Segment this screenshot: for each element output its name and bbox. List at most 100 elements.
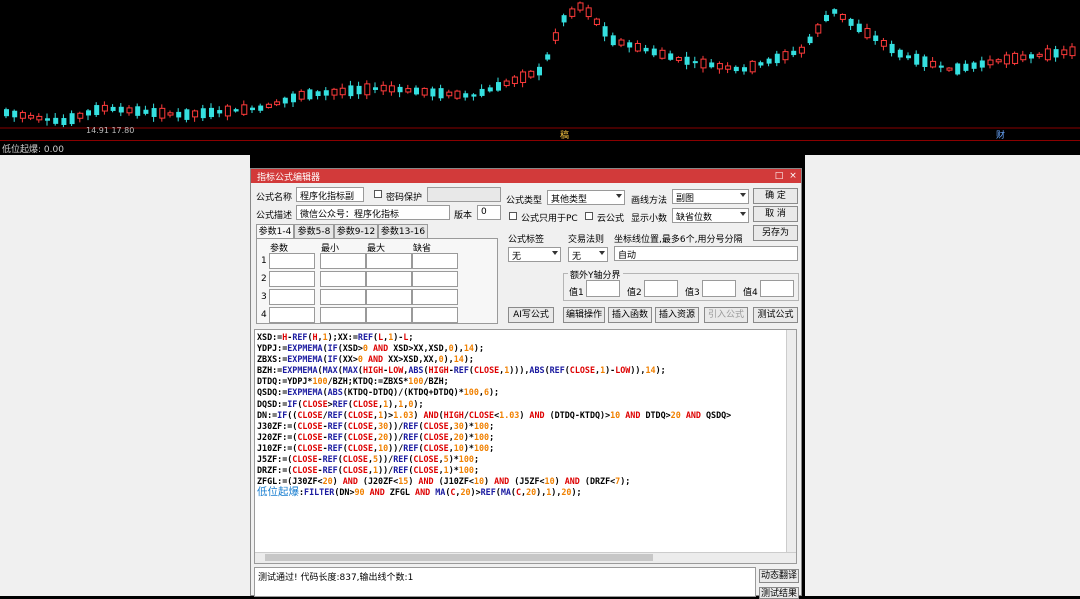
candle (684, 51, 690, 70)
candle (725, 62, 732, 74)
candle (791, 46, 797, 58)
param-input[interactable] (412, 307, 458, 323)
dialog-titlebar[interactable]: 指标公式编辑器 □ × (251, 169, 801, 183)
formula-code[interactable]: XSD:=H-REF(H,1);XX:=REF(L,1)-L; YDPJ:=EX… (257, 332, 731, 498)
candlestick-chart[interactable]: 14.91 17.80 稿 财 (0, 0, 1080, 140)
candle (487, 84, 493, 93)
param-input[interactable] (320, 289, 366, 305)
param-input[interactable] (412, 271, 458, 287)
param-input[interactable] (412, 253, 458, 269)
candle (955, 62, 961, 76)
param-input[interactable] (366, 253, 412, 269)
candle (159, 104, 166, 122)
candle (651, 45, 657, 58)
y-value-4-input[interactable] (760, 280, 794, 297)
draw-select[interactable]: 副图 (672, 189, 749, 204)
candle (1003, 51, 1010, 68)
maximize-icon[interactable]: □ (773, 169, 785, 183)
candle (200, 104, 206, 121)
tab-params-9-12[interactable]: 参数9-12 (334, 224, 378, 238)
param-input[interactable] (320, 253, 366, 269)
param-input[interactable] (269, 271, 315, 287)
y-value-3-input[interactable] (702, 280, 736, 297)
candle (414, 85, 419, 96)
formula-editor-dialog: 指标公式编辑器 □ × 公式名称 程序化指标副 密码保护 公式描述 微信公众号：… (250, 168, 802, 599)
test-formula-button[interactable]: 测试公式 (753, 307, 798, 323)
y-value-2-label: 值2 (627, 288, 642, 298)
candle (143, 105, 149, 116)
candle (331, 87, 338, 100)
param-input[interactable] (412, 289, 458, 305)
candle (1036, 52, 1043, 59)
version-input[interactable]: 0 (477, 205, 501, 220)
code-editor[interactable]: XSD:=H-REF(H,1);XX:=REF(L,1)-L; YDPJ:=EX… (254, 329, 797, 564)
password-input[interactable] (427, 187, 501, 202)
trade-select[interactable]: 无 (568, 247, 608, 262)
candle (274, 99, 281, 107)
candle (749, 59, 756, 75)
y-value-2-input[interactable] (644, 280, 678, 297)
candle (86, 109, 91, 121)
candle (209, 103, 214, 120)
y-value-1-label: 值1 (569, 288, 584, 298)
param-input[interactable] (366, 271, 412, 287)
candle (118, 103, 124, 117)
tag-select[interactable]: 无 (508, 247, 561, 262)
import-formula-button[interactable]: 引入公式 (704, 307, 748, 323)
param-input[interactable] (366, 307, 412, 323)
candle (716, 61, 723, 74)
vertical-scrollbar[interactable] (786, 330, 796, 554)
candle (192, 109, 199, 122)
param-input[interactable] (269, 253, 315, 269)
y-value-1-input[interactable] (586, 280, 620, 297)
scroll-thumb[interactable] (265, 554, 653, 561)
dynamic-translate-button[interactable]: 动态翻译 (759, 569, 799, 583)
pc-only-checkbox[interactable] (509, 212, 517, 220)
candle (627, 39, 633, 53)
name-label: 公式名称 (256, 193, 293, 203)
saveas-button[interactable]: 另存为 (753, 225, 798, 241)
cloud-checkbox[interactable] (585, 212, 593, 220)
ok-button[interactable]: 确 定 (753, 188, 798, 204)
candle (380, 81, 387, 95)
tab-params-5-8[interactable]: 参数5-8 (294, 224, 334, 238)
candle (496, 77, 501, 92)
candle (184, 108, 190, 123)
candle (733, 65, 739, 74)
candle (1012, 51, 1019, 66)
desc-input[interactable]: 微信公众号：程序化指标 (296, 205, 450, 220)
pc-only-label: 公式只用于PC (521, 214, 578, 224)
ai-write-button[interactable]: AI写公式 (508, 307, 554, 323)
coord-input[interactable]: 自动 (614, 246, 798, 261)
candle (110, 104, 116, 113)
tab-params-13-16[interactable]: 参数13-16 (378, 224, 428, 238)
candle (339, 83, 346, 99)
decimals-select[interactable]: 缺省位数 (672, 208, 749, 223)
candle (593, 17, 600, 27)
test-result-button[interactable]: 测试结果 (759, 587, 799, 599)
name-input[interactable]: 程序化指标副 (296, 187, 364, 202)
candle (265, 102, 272, 109)
type-select[interactable]: 其他类型 (547, 190, 625, 205)
cancel-button[interactable]: 取 消 (753, 206, 798, 222)
candle (700, 55, 707, 73)
param-input[interactable] (366, 289, 412, 305)
param-input[interactable] (269, 307, 315, 323)
insert-function-button[interactable]: 插入函数 (608, 307, 652, 323)
candle (479, 84, 485, 98)
horizontal-scrollbar[interactable] (255, 552, 796, 563)
password-checkbox[interactable] (374, 190, 382, 198)
edit-ops-button[interactable]: 编辑操作 (563, 307, 605, 323)
insert-resource-button[interactable]: 插入资源 (655, 307, 699, 323)
param-input[interactable] (269, 289, 315, 305)
param-input[interactable] (320, 307, 366, 323)
close-icon[interactable]: × (787, 169, 799, 183)
candle (946, 66, 953, 72)
y-value-4-label: 值4 (743, 288, 758, 298)
candle (668, 50, 674, 61)
tab-params-1-4[interactable]: 参数1-4 (256, 224, 294, 239)
candle (979, 56, 985, 72)
right-background (805, 155, 1080, 596)
candle (323, 87, 329, 101)
param-input[interactable] (320, 271, 366, 287)
